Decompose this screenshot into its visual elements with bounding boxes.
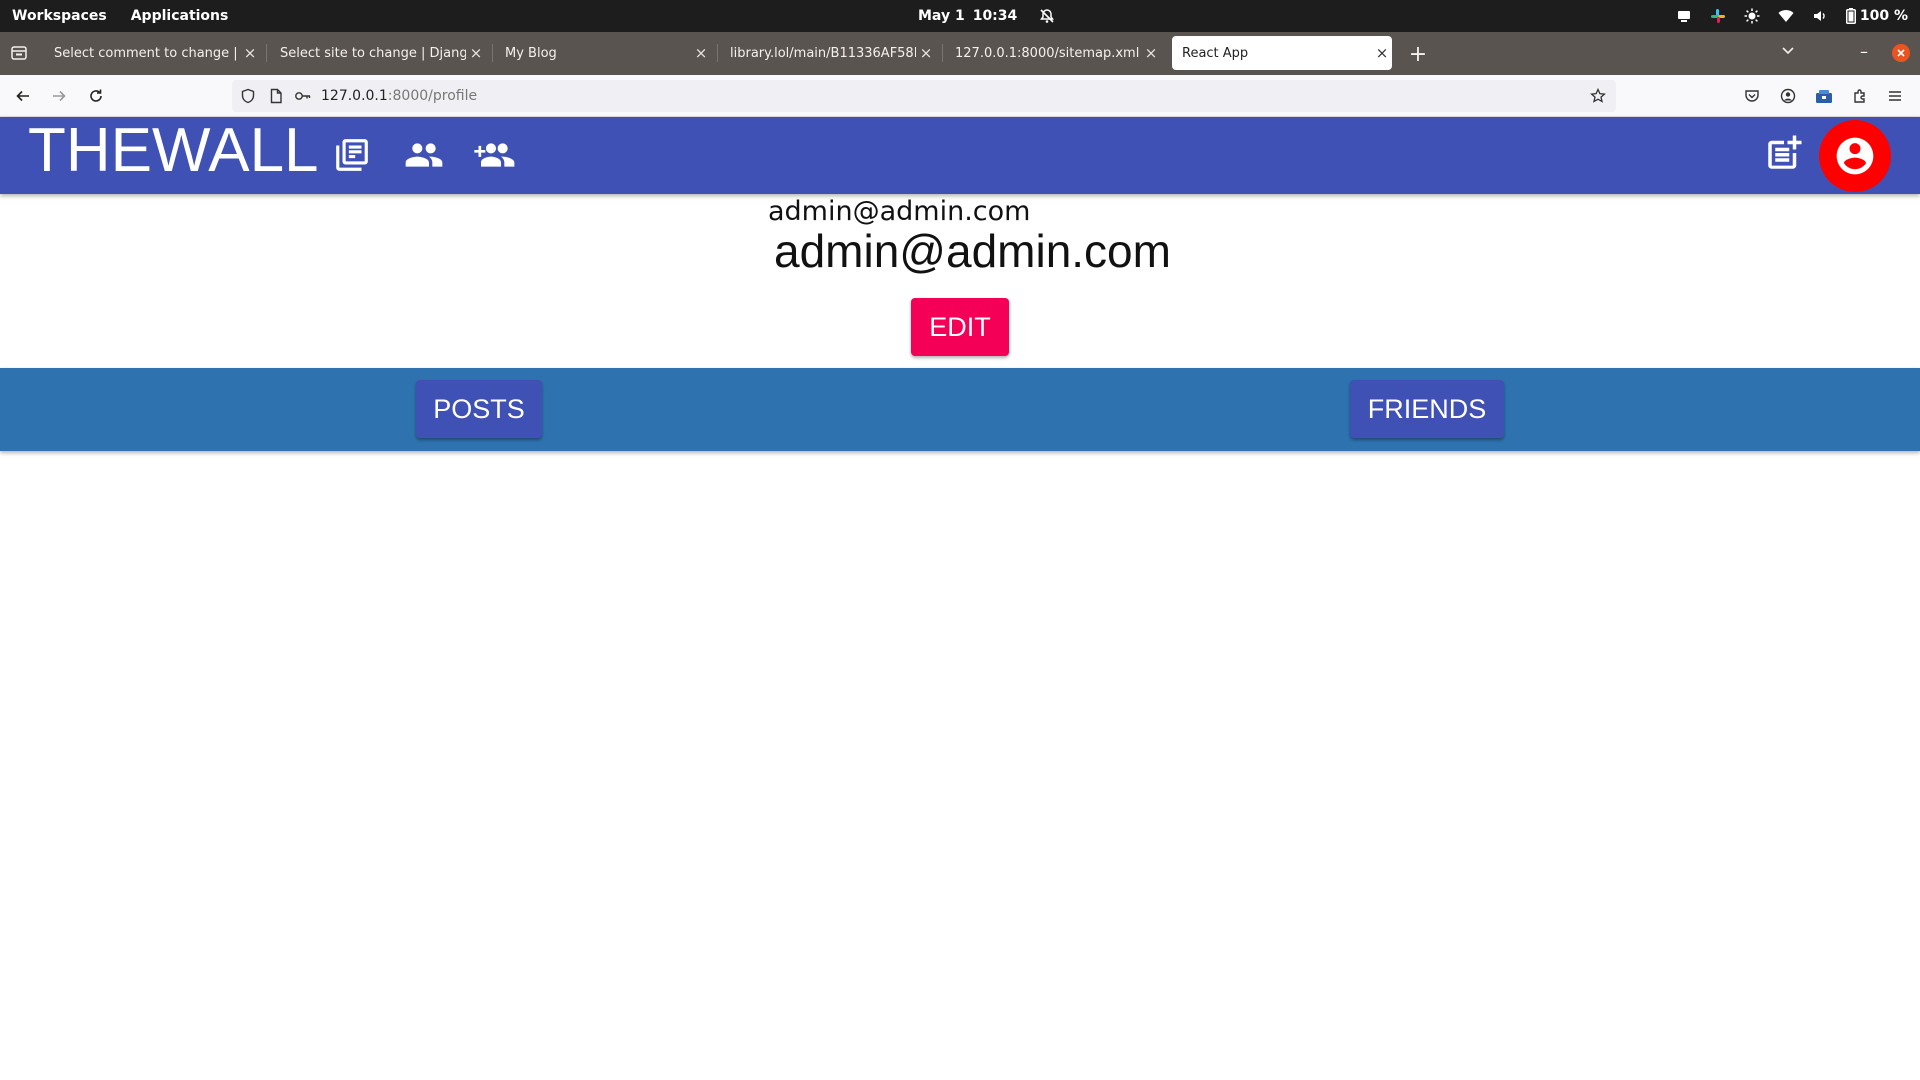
slack-icon[interactable] [1710, 8, 1726, 24]
brightness-icon[interactable] [1744, 8, 1760, 24]
friends-icon[interactable] [402, 135, 446, 175]
menu-icon[interactable] [1882, 83, 1908, 109]
brand-title[interactable]: THEWALL [28, 116, 319, 185]
tab-close-icon[interactable]: × [1141, 43, 1161, 63]
volume-icon[interactable] [1812, 8, 1828, 24]
profile-tabs-bar: POSTS FRIENDS [0, 368, 1920, 451]
profile-avatar-button[interactable] [1819, 120, 1891, 192]
browser-tab-active[interactable]: React App × [1172, 36, 1392, 70]
new-tab-button[interactable]: + [1404, 40, 1432, 68]
firefox-view-icon[interactable] [10, 44, 28, 66]
minimize-window-icon[interactable]: – [1860, 42, 1868, 61]
tracking-protection-icon[interactable] [240, 88, 256, 108]
tab-close-icon[interactable]: × [1372, 43, 1392, 63]
browser-nav-bar: 127.0.0.1:8000/profile [0, 75, 1920, 117]
browser-tab[interactable]: 127.0.0.1:8000/sitemap.xml × [945, 36, 1161, 70]
url-text: 127.0.0.1:8000/profile [321, 88, 477, 104]
list-all-tabs-icon[interactable] [1780, 42, 1796, 62]
back-icon[interactable] [10, 83, 36, 109]
url-path: :8000/profile [387, 88, 478, 104]
tab-title: library.lol/main/B11336AF58D5 [730, 45, 916, 61]
battery-indicator[interactable]: 100 % [1845, 8, 1908, 24]
tab-title: 127.0.0.1:8000/sitemap.xml [955, 45, 1140, 61]
tab-title: React App [1182, 45, 1249, 61]
url-bar[interactable]: 127.0.0.1:8000/profile [232, 80, 1616, 112]
forward-icon[interactable] [46, 83, 72, 109]
page-info-icon[interactable] [268, 88, 284, 108]
time-label: 10:34 [972, 8, 1018, 24]
browser-tab[interactable]: Select comment to change | Dj × [44, 36, 260, 70]
applications-menu[interactable]: Applications [131, 8, 229, 24]
tab-friends[interactable]: FRIENDS [1350, 380, 1504, 438]
url-host: 127.0.0.1 [321, 88, 388, 104]
notifications-muted-icon [1039, 8, 1055, 24]
tab-title: My Blog [505, 45, 557, 61]
close-window-icon[interactable] [1892, 44, 1910, 66]
app-bar: THEWALL [0, 116, 1920, 194]
edit-profile-button[interactable]: EDIT [911, 298, 1009, 356]
key-icon[interactable] [294, 88, 312, 108]
extensions-icon[interactable] [1847, 83, 1873, 109]
bookmark-star-icon[interactable] [1590, 87, 1606, 108]
tab-title: Select site to change | Django s [280, 45, 466, 61]
profile-username: admin@admin.com [768, 196, 1031, 227]
feed-icon[interactable] [330, 135, 374, 175]
account-icon[interactable] [1775, 83, 1801, 109]
tab-posts[interactable]: POSTS [416, 380, 542, 438]
workspaces-menu[interactable]: Workspaces [12, 8, 107, 24]
browser-tab[interactable]: Select site to change | Django s × [270, 36, 486, 70]
tab-close-icon[interactable]: × [691, 43, 711, 63]
add-friend-icon[interactable] [474, 135, 518, 175]
clock[interactable]: May 1 10:34 [918, 0, 1055, 32]
tab-close-icon[interactable]: × [466, 43, 486, 63]
profile-email: admin@admin.com [774, 225, 1171, 277]
tab-close-icon[interactable]: × [240, 43, 260, 63]
browser-tab-strip: Select comment to change | Dj × Select s… [0, 32, 1920, 75]
battery-label: 100 % [1859, 8, 1908, 24]
account-circle-icon [1836, 137, 1874, 175]
reload-icon[interactable] [83, 83, 109, 109]
battery-icon [1845, 8, 1856, 24]
new-post-icon[interactable] [1762, 133, 1806, 173]
wifi-icon[interactable] [1778, 8, 1794, 24]
tab-close-icon[interactable]: × [916, 43, 936, 63]
container-extension-icon[interactable] [1811, 83, 1837, 109]
pocket-icon[interactable] [1739, 83, 1765, 109]
date-label: May 1 [918, 8, 965, 24]
system-top-bar: Workspaces Applications May 1 10:34 100 … [0, 0, 1920, 32]
screen-share-icon[interactable] [1676, 8, 1692, 24]
browser-tab[interactable]: library.lol/main/B11336AF58D5 × [720, 36, 936, 70]
tab-title: Select comment to change | Dj [54, 45, 240, 61]
browser-tab[interactable]: My Blog × [495, 36, 711, 70]
